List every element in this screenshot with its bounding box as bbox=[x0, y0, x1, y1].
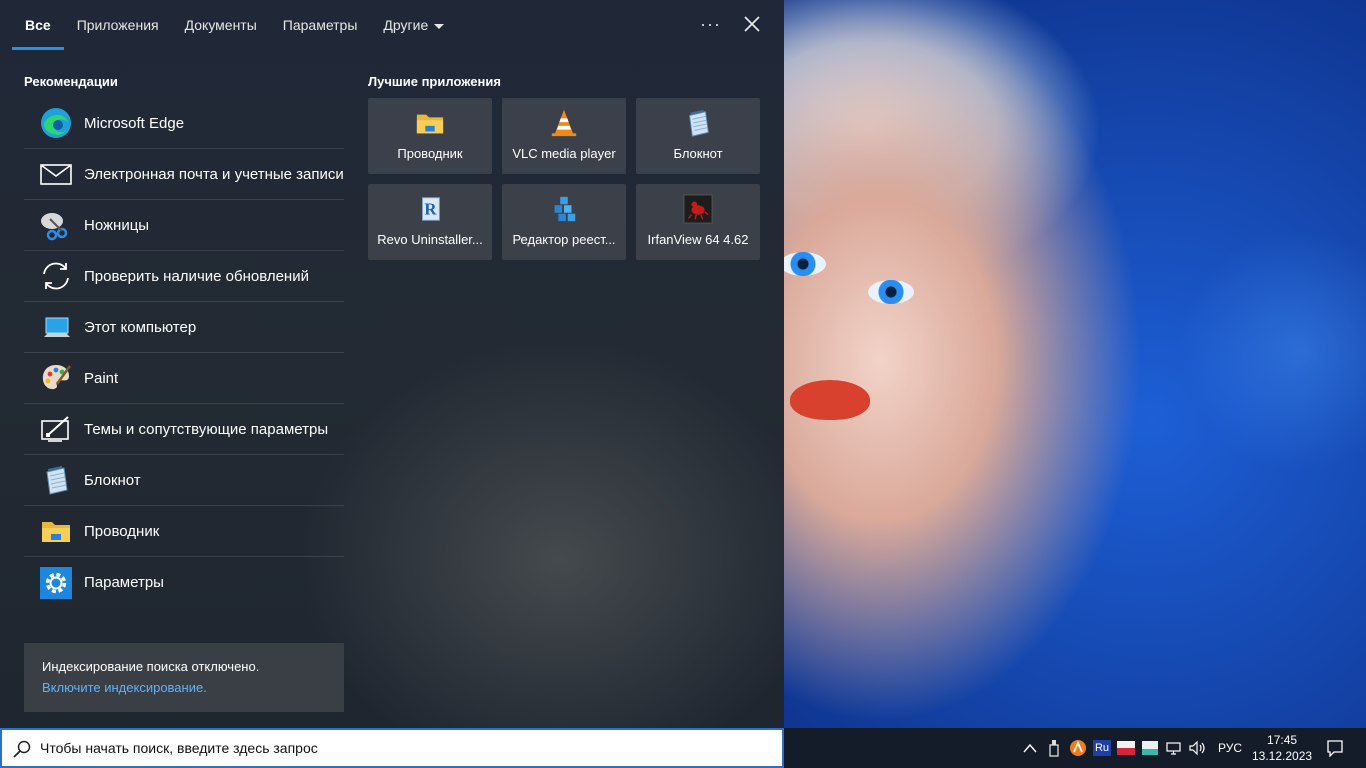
list-item[interactable]: Параметры bbox=[24, 557, 344, 608]
irfanview-icon bbox=[683, 194, 713, 224]
input-language[interactable]: РУС bbox=[1210, 741, 1250, 755]
tab-more[interactable]: Другие bbox=[370, 0, 457, 50]
app-tile-revo[interactable]: R Revo Uninstaller... bbox=[368, 184, 492, 260]
list-item[interactable]: Блокнот bbox=[24, 455, 344, 506]
flag-icon[interactable] bbox=[1114, 728, 1138, 768]
rec-label: Microsoft Edge bbox=[84, 114, 185, 132]
clock[interactable]: 17:45 13.12.2023 bbox=[1250, 732, 1314, 764]
search-tabs: Все Приложения Документы Параметры Други… bbox=[0, 0, 784, 50]
tab-settings[interactable]: Параметры bbox=[270, 0, 371, 50]
language-switcher-icon[interactable]: Ru bbox=[1090, 728, 1114, 768]
indexing-notice: Индексирование поиска отключено. Включит… bbox=[24, 643, 344, 712]
app-tile-vlc[interactable]: VLC media player bbox=[502, 98, 626, 174]
vlc-cone-icon bbox=[551, 109, 577, 137]
list-item[interactable]: Paint bbox=[24, 353, 344, 404]
app-tile-irfanview[interactable]: IrfanView 64 4.62 bbox=[636, 184, 760, 260]
wallpaper-lips bbox=[790, 380, 870, 420]
notepad-icon bbox=[689, 109, 709, 137]
list-item[interactable]: Ножницы bbox=[24, 200, 344, 251]
taskbar-search-box[interactable] bbox=[0, 728, 784, 768]
rec-label: Проверить наличие обновлений bbox=[84, 267, 309, 285]
system-tray: Ru РУС 17:45 13.12.2023 bbox=[1018, 728, 1314, 768]
chevron-down-icon bbox=[434, 23, 445, 29]
tile-label: IrfanView 64 4.62 bbox=[647, 232, 749, 247]
wallpaper-eye-left bbox=[780, 252, 826, 276]
tile-label: Редактор реест... bbox=[512, 232, 616, 247]
rec-label: Paint bbox=[84, 369, 119, 387]
list-item[interactable]: Этот компьютер bbox=[24, 302, 344, 353]
network-icon[interactable] bbox=[1162, 728, 1186, 768]
clock-date: 13.12.2023 bbox=[1252, 749, 1313, 763]
folder-icon bbox=[42, 522, 70, 542]
list-item[interactable]: Microsoft Edge bbox=[24, 98, 344, 149]
search-icon bbox=[13, 740, 31, 758]
tile-label: Проводник bbox=[397, 146, 463, 161]
wallpaper-eye-right bbox=[868, 280, 914, 304]
indexing-notice-text: Индексирование поиска отключено. bbox=[42, 659, 260, 674]
usb-drive-icon[interactable] bbox=[1042, 728, 1066, 768]
rec-label: Проводник bbox=[84, 522, 160, 540]
scissors-icon bbox=[41, 213, 68, 241]
list-item[interactable]: Проверить наличие обновлений bbox=[24, 251, 344, 302]
app-tile-regedit[interactable]: Редактор реест... bbox=[502, 184, 626, 260]
notepad-icon bbox=[46, 466, 68, 495]
list-item[interactable]: Электронная почта и учетные записи bbox=[24, 149, 344, 200]
tab-apps[interactable]: Приложения bbox=[64, 0, 172, 50]
volume-icon[interactable] bbox=[1186, 728, 1210, 768]
registry-editor-icon bbox=[554, 196, 576, 222]
tab-more-label: Другие bbox=[383, 17, 429, 33]
mail-icon bbox=[40, 164, 72, 185]
gear-icon bbox=[40, 566, 72, 599]
clock-time: 17:45 bbox=[1267, 733, 1298, 747]
app-tile-notepad[interactable]: Блокнот bbox=[636, 98, 760, 174]
rec-label: Параметры bbox=[84, 574, 164, 591]
tile-label: Блокнот bbox=[673, 146, 723, 161]
themes-icon bbox=[41, 416, 69, 442]
app-tray-icon[interactable] bbox=[1138, 728, 1162, 768]
lang-badge: Ru bbox=[1092, 740, 1112, 756]
tile-label: Revo Uninstaller... bbox=[377, 232, 483, 247]
chevron-up-icon[interactable] bbox=[1018, 728, 1042, 768]
paint-palette-icon bbox=[42, 365, 72, 390]
tile-label: VLC media player bbox=[512, 146, 616, 161]
recommendations-title: Рекомендации bbox=[24, 74, 118, 89]
computer-icon bbox=[44, 317, 70, 337]
rec-label: Ножницы bbox=[84, 216, 150, 234]
tab-all[interactable]: Все bbox=[12, 0, 64, 50]
close-icon[interactable] bbox=[740, 12, 764, 36]
rec-label: Этот компьютер bbox=[84, 318, 197, 336]
revo-uninstaller-icon: R bbox=[422, 197, 440, 221]
search-panel: Все Приложения Документы Параметры Други… bbox=[0, 0, 784, 728]
top-apps-title: Лучшие приложения bbox=[368, 74, 501, 89]
enable-indexing-link[interactable]: Включите индексирование. bbox=[42, 680, 326, 695]
edge-icon bbox=[41, 108, 71, 138]
avast-antivirus-icon[interactable] bbox=[1066, 728, 1090, 768]
rec-label: Электронная почта и учетные записи bbox=[84, 165, 344, 183]
rec-label: Темы и сопутствующие параметры bbox=[84, 420, 329, 438]
list-item[interactable]: Темы и сопутствующие параметры bbox=[24, 404, 344, 455]
app-tile-explorer[interactable]: Проводник bbox=[368, 98, 492, 174]
more-options-icon[interactable]: ··· bbox=[700, 14, 721, 35]
list-item[interactable]: Проводник bbox=[24, 506, 344, 557]
recommendations-list: Microsoft Edge Электронная почта и учетн… bbox=[24, 98, 344, 608]
taskbar: Ru РУС 17:45 13.12.2023 bbox=[0, 728, 1366, 768]
folder-icon bbox=[416, 114, 444, 134]
rec-label: Блокнот bbox=[84, 471, 141, 489]
search-input[interactable] bbox=[40, 730, 770, 766]
notification-center-icon[interactable] bbox=[1320, 728, 1350, 768]
tab-documents[interactable]: Документы bbox=[172, 0, 270, 50]
refresh-icon bbox=[43, 262, 69, 290]
svg-text:R: R bbox=[424, 200, 437, 219]
